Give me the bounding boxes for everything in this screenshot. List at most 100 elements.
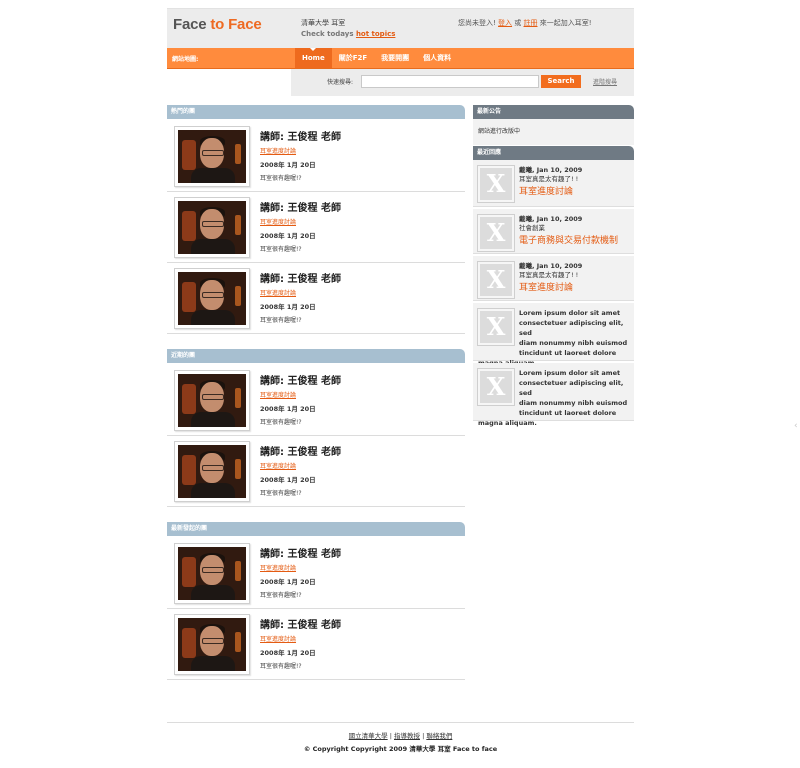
teacher-photo[interactable] [174, 614, 250, 675]
announcement: 網站進行改版中 [473, 119, 634, 145]
note: 耳室很有趣喔!? [260, 419, 302, 426]
comment-item: X 戴曦, Jan 10, 2009 耳室真是太有趣了! ! 耳室進度討論 [473, 256, 634, 301]
site-header: Face to Face 清華大學 耳室 Check todays hot to… [167, 8, 634, 48]
search-input[interactable] [361, 75, 539, 88]
avatar[interactable]: X [477, 214, 515, 252]
recent-comments-title: 最近回應 [473, 146, 634, 160]
sidebar: 最新公告 網站進行改版中 最近回應 X 戴曦, Jan 10, 2009 耳室真… [473, 105, 634, 427]
copyright: © Copyright Copyright 2009 清華大學 耳室 Face … [303, 745, 498, 753]
list-item[interactable]: 講師: 王俊程 老師 耳室進度討論 2008年 1月 20日 耳室很有趣喔!? [167, 365, 465, 436]
comment-item: X Lorem ipsum dolor sit amet consectetue… [473, 363, 634, 427]
comment-meta: 戴曦, Jan 10, 2009 [519, 166, 583, 174]
date: 2008年 1月 20日 [260, 476, 316, 484]
note: 耳室很有趣喔!? [260, 317, 302, 324]
avatar[interactable]: X [477, 165, 515, 203]
login-prefix: 您尚未登入! [458, 19, 496, 27]
teacher-name: 講師: 王俊程 老師 [260, 620, 341, 631]
nav-item-home[interactable]: Home [295, 48, 332, 68]
logo-part-to: to [210, 16, 225, 33]
placeholder-x-icon: X [480, 371, 512, 403]
topic-link[interactable]: 耳室進度討論 [260, 146, 341, 155]
comment-meta: 戴曦, Jan 10, 2009 [519, 215, 583, 223]
placeholder-x-icon: X [480, 168, 512, 200]
login-or: 或 [512, 19, 524, 27]
date: 2008年 1月 20日 [260, 161, 316, 169]
nav-item-about[interactable]: 關於F2F [332, 48, 374, 68]
teacher-photo[interactable] [174, 197, 250, 258]
note: 耳室很有趣喔!? [260, 663, 302, 670]
placeholder-x-icon: X [480, 217, 512, 249]
teacher-photo[interactable] [174, 370, 250, 431]
comment-item: X 戴曦, Jan 10, 2009 社會創業 電子商務與交易付款機制 [473, 209, 634, 254]
register-link[interactable]: 註冊 [524, 19, 538, 27]
scroll-left-icon[interactable]: ‹ [794, 421, 800, 431]
teacher-photo[interactable] [174, 441, 250, 502]
comment-topic-link[interactable]: 電子商務與交易付款機制 [519, 234, 618, 248]
comment-meta: 戴曦, Jan 10, 2009 [519, 262, 583, 270]
sitemap-label[interactable]: 網站地圖: [172, 54, 198, 63]
comment-item: X Lorem ipsum dolor sit amet consectetue… [473, 303, 634, 367]
topic-link[interactable]: 耳室進度討論 [260, 217, 341, 226]
section-title-newest: 最新發起的團 [167, 522, 465, 536]
list-item[interactable]: 講師: 王俊程 老師 耳室進度討論 2008年 1月 20日 耳室很有趣喔!? [167, 436, 465, 507]
teacher-photo[interactable] [174, 543, 250, 604]
topic-link[interactable]: 耳室進度討論 [260, 634, 341, 643]
note: 耳室很有趣喔!? [260, 490, 302, 497]
date: 2008年 1月 20日 [260, 232, 316, 240]
note: 耳室很有趣喔!? [260, 246, 302, 253]
logo-part-face2: Face [224, 16, 262, 33]
comment-text: 社會創業 [519, 224, 545, 232]
comment-topic-link[interactable]: 耳室進度討論 [519, 185, 582, 199]
teacher-name: 講師: 王俊程 老師 [260, 274, 341, 285]
teacher-photo[interactable] [174, 126, 250, 187]
teacher-name: 講師: 王俊程 老師 [260, 203, 341, 214]
list-item[interactable]: 講師: 王俊程 老師 耳室進度討論 2008年 1月 20日 耳室很有趣喔!? [167, 609, 465, 680]
list-item[interactable]: 講師: 王俊程 老師 耳室進度討論 2008年 1月 20日 耳室很有趣喔!? [167, 121, 465, 192]
footer-link-contact[interactable]: 聯絡我們 [426, 732, 452, 740]
footer-links: 國立清華大學 | 指導教授 | 聯絡我們 [348, 732, 453, 740]
list-item[interactable]: 講師: 王俊程 老師 耳室進度討論 2008年 1月 20日 耳室很有趣喔!? [167, 192, 465, 263]
slogan-prefix: Check todays [301, 30, 354, 38]
section-title-recent: 近期的團 [167, 349, 465, 363]
comment-item: X 戴曦, Jan 10, 2009 耳室真是太有趣了! ! 耳室進度討論 [473, 160, 634, 207]
teacher-photo[interactable] [174, 268, 250, 329]
footer-link-nthu[interactable]: 國立清華大學 [349, 732, 388, 740]
comment-text: 耳室真是太有趣了! ! [519, 271, 579, 279]
avatar[interactable]: X [477, 308, 515, 346]
placeholder-x-icon: X [480, 311, 512, 343]
login-prompt: 您尚未登入! 登入 或 註冊 來一起加入耳室! [458, 18, 592, 28]
comment-topic-link[interactable]: 耳室進度討論 [519, 281, 582, 295]
main-content: 熱門的團 講師: 王俊程 老師 耳室進度討論 2008年 1月 20日 耳室很有… [167, 105, 465, 680]
topic-link[interactable]: 耳室進度討論 [260, 288, 341, 297]
nav-menu: Home 關於F2F 我要開團 個人資料 [295, 48, 458, 68]
note: 耳室很有趣喔!? [260, 175, 302, 182]
search-button[interactable]: Search [541, 75, 581, 88]
placeholder-x-icon: X [480, 264, 512, 296]
avatar[interactable]: X [477, 368, 515, 406]
list-item[interactable]: 講師: 王俊程 老師 耳室進度討論 2008年 1月 20日 耳室很有趣喔!? [167, 263, 465, 334]
logo-part-face: Face [173, 16, 211, 33]
login-link[interactable]: 登入 [498, 19, 512, 27]
section-title-hot: 熱門的團 [167, 105, 465, 119]
nav-item-create-group[interactable]: 我要開團 [374, 48, 416, 68]
date: 2008年 1月 20日 [260, 405, 316, 413]
comment-text: 耳室真是太有趣了! ! [519, 175, 579, 183]
login-suffix: 來一起加入耳室! [537, 19, 592, 27]
list-item[interactable]: 講師: 王俊程 老師 耳室進度討論 2008年 1月 20日 耳室很有趣喔!? [167, 538, 465, 609]
advanced-search-link[interactable]: 進階搜尋 [593, 77, 617, 86]
topic-link[interactable]: 耳室進度討論 [260, 461, 341, 470]
note: 耳室很有趣喔!? [260, 592, 302, 599]
avatar[interactable]: X [477, 261, 515, 299]
hot-topics-link[interactable]: hot topics [356, 30, 395, 38]
slogan-line-1: 清華大學 耳室 [301, 19, 346, 27]
slogan-line-2: Check todays hot topics [301, 29, 395, 40]
site-slogan: 清華大學 耳室 Check todays hot topics [301, 18, 395, 40]
footer-link-advisor[interactable]: 指導教授 [394, 732, 420, 740]
nav-item-profile[interactable]: 個人資料 [416, 48, 458, 68]
topic-link[interactable]: 耳室進度討論 [260, 390, 341, 399]
announce-title: 最新公告 [473, 105, 634, 119]
date: 2008年 1月 20日 [260, 578, 316, 586]
topic-link[interactable]: 耳室進度討論 [260, 563, 341, 572]
site-logo[interactable]: Face to Face [173, 16, 262, 33]
teacher-name: 講師: 王俊程 老師 [260, 549, 341, 560]
